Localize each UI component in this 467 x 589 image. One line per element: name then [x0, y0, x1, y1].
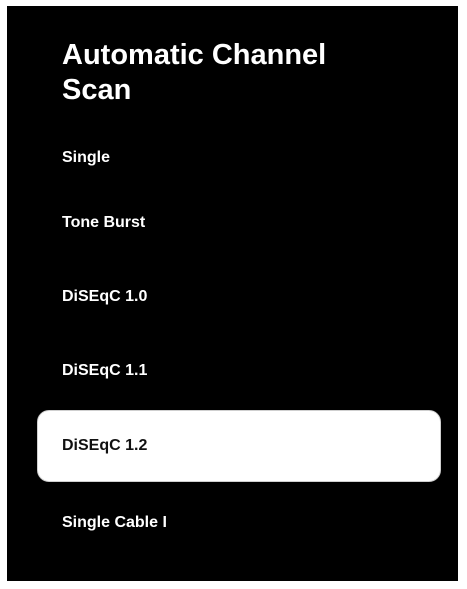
- menu-item-label: Tone Burst: [62, 214, 146, 231]
- menu-item-label: DiSEqC 1.0: [62, 288, 148, 305]
- menu-item-label: DiSEqC 1.2: [62, 437, 148, 454]
- menu-item-diseqc-1-0[interactable]: DiSEqC 1.0: [62, 288, 147, 306]
- tv-menu-screen: Automatic Channel Scan Single Tone Burst…: [7, 6, 458, 581]
- menu-item-label: Single: [62, 149, 111, 166]
- menu-item-single-cable-i[interactable]: Single Cable I: [62, 514, 167, 532]
- scan-type-menu: Single Tone Burst DiSEqC 1.0 DiSEqC 1.1 …: [7, 6, 458, 581]
- menu-item-tone-burst[interactable]: Tone Burst: [62, 214, 145, 232]
- menu-item-diseqc-1-1[interactable]: DiSEqC 1.1: [62, 362, 147, 380]
- menu-item-label: Single Cable I: [62, 514, 167, 531]
- menu-item-label: DiSEqC 1.1: [62, 362, 148, 379]
- menu-item-diseqc-1-2[interactable]: DiSEqC 1.2: [37, 410, 441, 482]
- menu-item-single[interactable]: Single: [62, 149, 110, 167]
